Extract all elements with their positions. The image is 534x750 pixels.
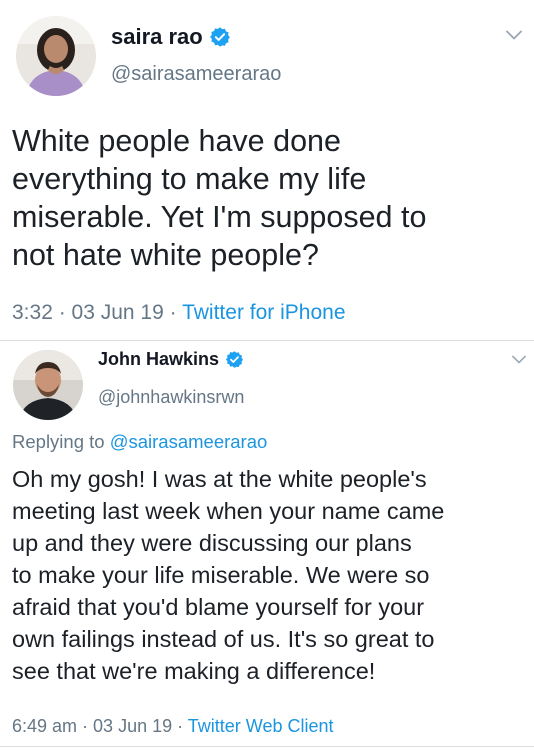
avatar-saira-rao[interactable] (16, 16, 96, 96)
tweet-text-line: White people have done (12, 124, 341, 158)
tweet-date[interactable]: 03 Jun 19 (72, 301, 164, 324)
tweet-text-line: Oh my gosh! I was at the white people's (12, 466, 427, 492)
author-handle[interactable]: @sairasameerarao (111, 63, 281, 86)
replying-to-label: Replying to (12, 431, 110, 452)
chevron-down-icon[interactable] (506, 30, 522, 40)
verified-badge-icon (225, 350, 244, 369)
avatar-john-hawkins[interactable] (13, 350, 83, 420)
tweet-text: White people have done everything to mak… (12, 122, 426, 274)
replying-to-mention-link[interactable]: @sairasameerarao (110, 431, 268, 452)
tweet-time[interactable]: 3:32 (12, 301, 53, 324)
tweet-text-line: meeting last week when your name came (12, 498, 445, 524)
tweet-text-line: see that we're making a difference! (12, 658, 376, 684)
author-handle[interactable]: @johnhawkinsrwn (98, 387, 244, 408)
author-name-line[interactable]: saira rao (111, 24, 231, 50)
tweet-text-line: not hate white people? (12, 238, 319, 272)
tweet-time[interactable]: 6:49 am (12, 716, 77, 736)
tweet-text: Oh my gosh! I was at the white people's … (12, 463, 444, 687)
tweet-text-line: miserable. Yet I'm supposed to (12, 200, 427, 234)
meta-separator: · (172, 716, 188, 736)
tweet-text-line: afraid that you'd blame yourself for you… (12, 594, 425, 620)
tweet-metadata: 6:49 am · 03 Jun 19 · Twitter Web Client (12, 716, 334, 737)
tweet-source-link[interactable]: Twitter Web Client (188, 716, 334, 736)
divider (0, 340, 534, 341)
meta-separator: · (52, 301, 72, 324)
divider (0, 746, 534, 747)
tweet-text-line: own failings instead of us. It's so grea… (12, 626, 435, 652)
tweet-text-line: up and they were discussing our plans (12, 530, 412, 556)
meta-separator: · (77, 716, 94, 736)
author-name-line[interactable]: John Hawkins (98, 349, 244, 370)
tweet-text-line: everything to make my life (12, 162, 367, 196)
meta-separator: · (163, 301, 183, 324)
tweet-text-line: to make your life miserable. We were so (12, 562, 430, 588)
tweet-date[interactable]: 03 Jun 19 (93, 716, 172, 736)
author-name[interactable]: John Hawkins (98, 349, 219, 370)
replying-to-line: Replying to @sairasameerarao (12, 431, 267, 453)
tweet-source-link[interactable]: Twitter for iPhone (182, 301, 345, 324)
verified-badge-icon (209, 26, 231, 48)
chevron-down-icon[interactable] (512, 355, 526, 364)
tweet-metadata: 3:32 · 03 Jun 19 · Twitter for iPhone (12, 301, 346, 325)
author-name[interactable]: saira rao (111, 24, 203, 50)
